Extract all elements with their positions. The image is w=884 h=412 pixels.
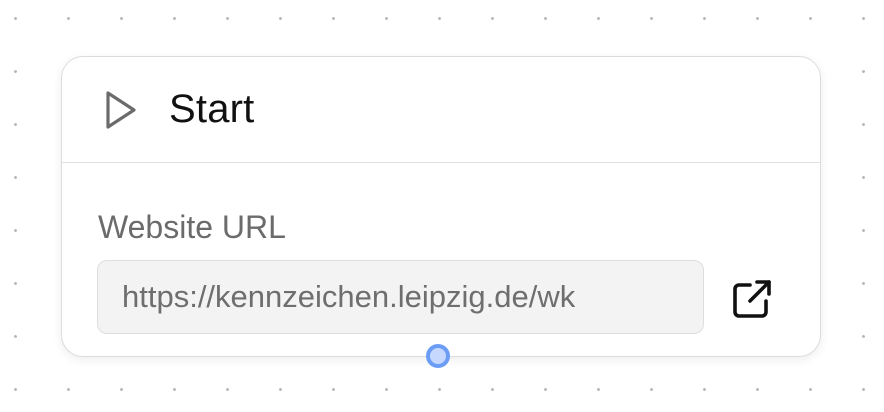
workflow-canvas[interactable]: { "node": { "title": "Start", "icon": "p… — [0, 0, 884, 412]
start-node[interactable]: Start Website URL https://kennzeichen.le… — [61, 56, 821, 357]
output-connection-handle[interactable] — [426, 344, 450, 368]
play-icon — [104, 90, 138, 130]
website-url-field[interactable]: https://kennzeichen.leipzig.de/wk — [97, 260, 704, 334]
website-url-label: Website URL — [98, 209, 286, 245]
node-title: Start — [169, 87, 255, 131]
node-header: Start — [62, 57, 820, 163]
external-link-icon[interactable] — [730, 277, 774, 321]
